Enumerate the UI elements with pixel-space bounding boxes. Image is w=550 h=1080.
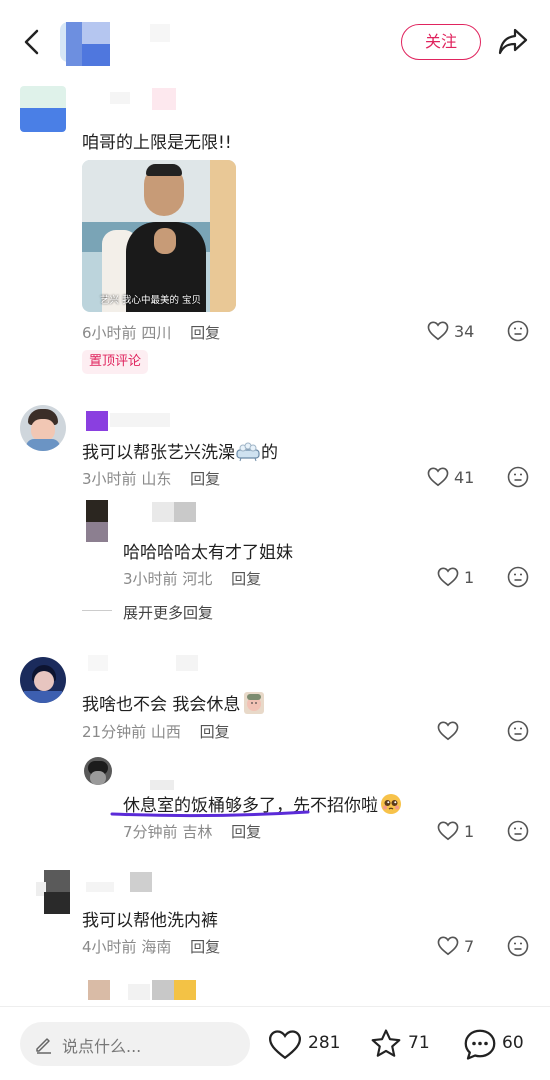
image-caption: 艺兴 我心中最美的 宝贝 — [100, 295, 202, 306]
comment-image[interactable]: 艺兴 我心中最美的 宝贝 — [82, 160, 236, 312]
comment-time: 3小时前 — [82, 470, 137, 488]
heart-icon[interactable] — [437, 936, 459, 956]
reply-button[interactable]: 回复 — [231, 823, 261, 841]
comment-text: 我可以帮张艺兴洗澡 的 — [82, 438, 278, 463]
pleading-face-emoji-icon — [381, 794, 401, 814]
avatar[interactable] — [84, 757, 112, 785]
like-count: 34 — [454, 322, 475, 341]
comment-location: 山西 — [150, 723, 181, 741]
avatar[interactable] — [20, 657, 66, 703]
comment-time: 7分钟前 — [123, 823, 178, 841]
heart-icon[interactable] — [437, 567, 459, 587]
comment-location: 山东 — [141, 470, 172, 488]
comment-bubble-icon[interactable] — [462, 1027, 498, 1063]
back-icon[interactable] — [20, 28, 44, 56]
author-avatar[interactable] — [60, 20, 110, 66]
annotation-underline — [110, 810, 310, 818]
emoji-icon[interactable] — [507, 320, 529, 342]
reply-button[interactable]: 回复 — [190, 324, 220, 342]
input-placeholder: 说点什么... — [62, 1037, 142, 1056]
comment-location: 四川 — [141, 324, 172, 342]
pencil-icon — [36, 1038, 51, 1054]
emoji-icon[interactable] — [507, 466, 529, 488]
bathtub-emoji-icon — [236, 442, 260, 462]
comment-meta: 4小时前 海南 回复 — [82, 936, 220, 957]
favorite-total: 71 — [408, 1033, 430, 1053]
comment-location: 河北 — [182, 570, 213, 588]
comment-text: 我可以帮他洗内裤 — [82, 911, 218, 931]
comment-time: 6小时前 — [82, 324, 137, 342]
avatar[interactable] — [20, 86, 66, 132]
heart-icon[interactable] — [437, 721, 459, 741]
reply-meta: 3小时前 河北 回复 — [123, 568, 261, 589]
pinned-badge: 置顶评论 — [82, 350, 148, 374]
avatar[interactable] — [20, 405, 66, 451]
comment-meta: 21分钟前 山西 回复 — [82, 721, 230, 742]
avatar[interactable] — [86, 500, 108, 542]
comment-location: 吉林 — [182, 823, 213, 841]
reply-meta: 7分钟前 吉林 回复 — [123, 821, 261, 842]
follow-button[interactable]: 关注 — [401, 24, 481, 60]
star-icon[interactable] — [368, 1027, 404, 1061]
reply-text: 哈哈哈哈太有才了姐妹 — [123, 543, 293, 563]
comment-time: 3小时前 — [123, 570, 178, 588]
like-count: 7 — [464, 937, 475, 956]
comment-text: 我啥也不会 我会休息 — [82, 690, 265, 715]
heart-icon[interactable] — [437, 821, 459, 841]
emoji-icon[interactable] — [507, 820, 529, 842]
comment-time: 4小时前 — [82, 938, 137, 956]
heart-icon[interactable] — [268, 1029, 302, 1061]
bottom-bar: 说点什么... 281 71 60 — [0, 1006, 550, 1080]
like-total: 281 — [308, 1033, 341, 1053]
expand-replies-button[interactable]: 展开更多回复 — [123, 602, 213, 623]
comment-total: 60 — [502, 1033, 524, 1053]
avatar[interactable] — [36, 870, 70, 914]
heart-icon[interactable] — [427, 321, 449, 341]
comment-meta: 6小时前 四川 回复 — [82, 322, 220, 343]
emoji-icon[interactable] — [507, 935, 529, 957]
share-icon[interactable] — [497, 26, 529, 56]
comment-text: 咱哥的上限是无限!! — [82, 133, 232, 153]
reply-button[interactable]: 回复 — [200, 723, 230, 741]
reply-button[interactable]: 回复 — [231, 570, 261, 588]
reply-button[interactable]: 回复 — [190, 470, 220, 488]
like-count: 41 — [454, 468, 475, 487]
comment-time: 21分钟前 — [82, 723, 147, 741]
sticker-emoji-icon — [244, 692, 265, 714]
emoji-icon[interactable] — [507, 720, 529, 742]
emoji-icon[interactable] — [507, 566, 529, 588]
heart-icon[interactable] — [427, 467, 449, 487]
like-count: 1 — [464, 568, 475, 587]
comment-meta: 3小时前 山东 回复 — [82, 468, 220, 489]
comment-location: 海南 — [141, 938, 172, 956]
divider — [82, 610, 112, 611]
comment-input[interactable]: 说点什么... — [20, 1022, 250, 1066]
like-count: 1 — [464, 822, 475, 841]
reply-button[interactable]: 回复 — [190, 938, 220, 956]
